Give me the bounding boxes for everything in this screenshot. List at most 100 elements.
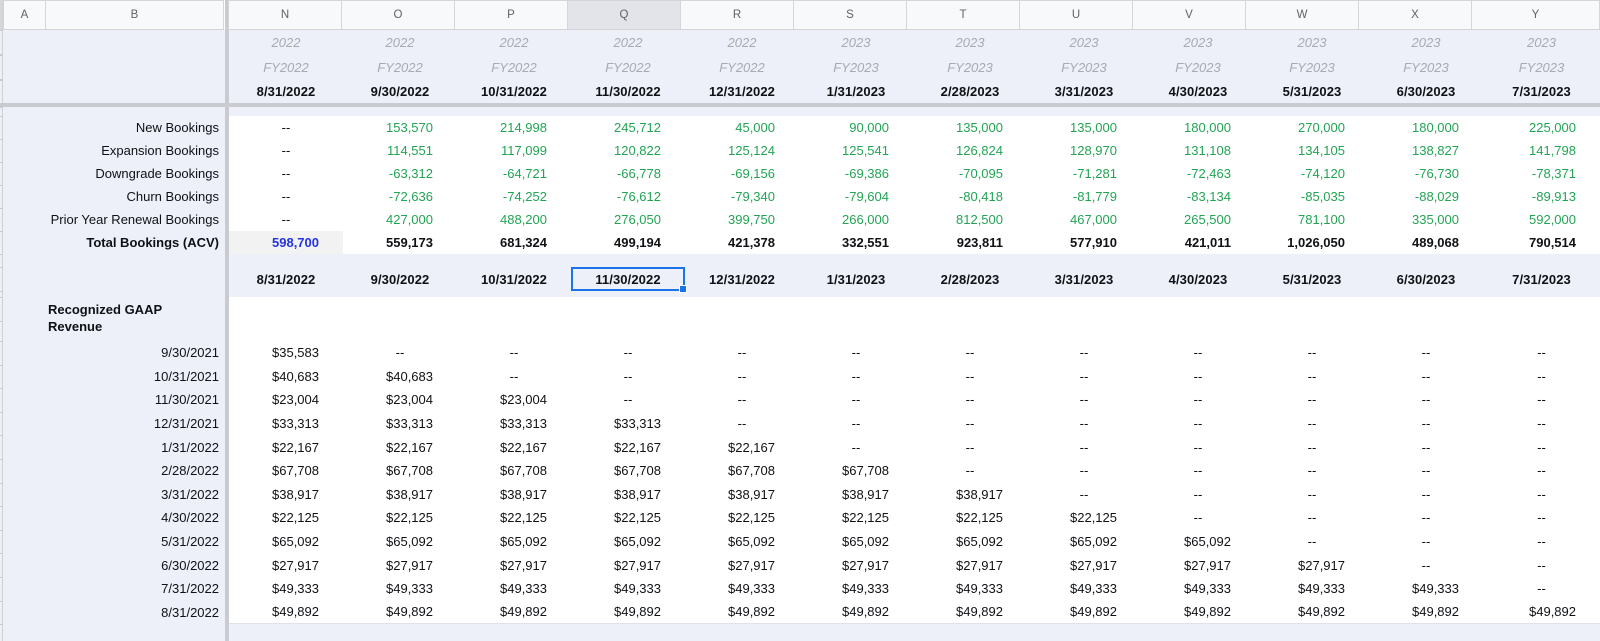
fiscal-year-cell[interactable]: FY2022	[343, 55, 457, 80]
data-cell[interactable]: $22,125	[1027, 506, 1141, 530]
date-cell[interactable]: 9/30/2022	[343, 267, 457, 291]
data-cell[interactable]: $40,683	[343, 365, 457, 389]
data-cell[interactable]: $27,917	[343, 553, 457, 577]
data-cell[interactable]: $65,092	[343, 530, 457, 554]
data-cell[interactable]: 141,798	[1483, 139, 1600, 162]
row-label-cell[interactable]: 10/31/2021	[3, 365, 225, 389]
data-cell[interactable]: --	[1369, 483, 1483, 507]
date-cell[interactable]: 1/31/2023	[799, 267, 913, 291]
data-cell[interactable]: --	[1483, 365, 1600, 389]
column-header-R[interactable]: R	[680, 0, 794, 30]
data-cell[interactable]: --	[913, 435, 1027, 459]
data-cell[interactable]: $33,313	[457, 412, 571, 436]
data-cell[interactable]: 225,000	[1483, 116, 1600, 139]
data-cell[interactable]: --	[1141, 365, 1255, 389]
data-cell[interactable]: 134,105	[1255, 139, 1369, 162]
column-header-T[interactable]: T	[906, 0, 1020, 30]
data-cell[interactable]: --	[1141, 435, 1255, 459]
data-cell[interactable]: $27,917	[1255, 553, 1369, 577]
data-cell[interactable]: --	[1483, 459, 1600, 483]
year-cell[interactable]: 2023	[1255, 30, 1369, 55]
data-cell[interactable]: --	[799, 365, 913, 389]
column-header-A[interactable]: A	[3, 0, 46, 30]
fiscal-year-cell[interactable]: FY2023	[913, 55, 1027, 80]
year-cell[interactable]: 2023	[1369, 30, 1483, 55]
date-cell[interactable]: 7/31/2023	[1483, 267, 1600, 291]
date-cell[interactable]: 5/31/2023	[1255, 80, 1369, 103]
data-cell[interactable]: $27,917	[685, 553, 799, 577]
row-label-cell[interactable]: 4/30/2022	[3, 506, 225, 530]
data-cell[interactable]: --	[1141, 506, 1255, 530]
data-cell[interactable]: 153,570	[343, 116, 457, 139]
date-cell[interactable]: 3/31/2023	[1027, 267, 1141, 291]
data-cell[interactable]: $38,917	[685, 483, 799, 507]
data-cell[interactable]: $67,708	[799, 459, 913, 483]
year-cell[interactable]: 2022	[229, 30, 343, 55]
data-cell[interactable]: $65,092	[685, 530, 799, 554]
data-cell[interactable]: --	[343, 341, 457, 365]
data-cell[interactable]: --	[1027, 483, 1141, 507]
data-cell[interactable]: --	[1369, 341, 1483, 365]
column-header-N[interactable]: N	[228, 0, 342, 30]
data-cell[interactable]: --	[685, 341, 799, 365]
data-cell[interactable]: $67,708	[229, 459, 343, 483]
data-cell[interactable]: --	[685, 365, 799, 389]
data-cell[interactable]: --	[1369, 435, 1483, 459]
data-cell[interactable]: --	[913, 412, 1027, 436]
year-cell[interactable]: 2023	[1027, 30, 1141, 55]
data-cell[interactable]: --	[1141, 388, 1255, 412]
data-cell[interactable]: 427,000	[343, 208, 457, 231]
data-cell[interactable]: $49,333	[457, 577, 571, 601]
row-label-cell[interactable]: Expansion Bookings	[3, 139, 225, 162]
data-cell[interactable]: $27,917	[571, 553, 685, 577]
data-cell[interactable]: 90,000	[799, 116, 913, 139]
data-cell[interactable]: -79,604	[799, 185, 913, 208]
data-cell[interactable]: -69,156	[685, 162, 799, 185]
data-cell[interactable]: -69,386	[799, 162, 913, 185]
column-header-P[interactable]: P	[454, 0, 568, 30]
row-label-cell[interactable]: Total Bookings (ACV)	[3, 231, 225, 254]
data-cell[interactable]: 45,000	[685, 116, 799, 139]
fiscal-year-cell[interactable]: FY2022	[571, 55, 685, 80]
date-cell[interactable]: 6/30/2023	[1369, 80, 1483, 103]
date-cell[interactable]: 10/31/2022	[457, 267, 571, 291]
data-cell[interactable]: $49,892	[229, 601, 343, 624]
fiscal-year-cell[interactable]: FY2022	[457, 55, 571, 80]
data-cell[interactable]: $65,092	[799, 530, 913, 554]
section-title[interactable]: Recognized GAAP Revenue	[3, 297, 225, 341]
data-cell[interactable]: --	[1369, 388, 1483, 412]
data-cell[interactable]: --	[1483, 412, 1600, 436]
fiscal-year-cell[interactable]: FY2023	[1483, 55, 1600, 80]
data-cell[interactable]: $22,125	[457, 506, 571, 530]
data-cell[interactable]: $65,092	[457, 530, 571, 554]
data-cell[interactable]: -88,029	[1369, 185, 1483, 208]
data-cell[interactable]: 781,100	[1255, 208, 1369, 231]
data-cell[interactable]: 266,000	[799, 208, 913, 231]
data-cell[interactable]: $49,333	[799, 577, 913, 601]
data-cell[interactable]: 332,551	[799, 231, 913, 254]
data-cell[interactable]: $27,917	[229, 553, 343, 577]
date-cell[interactable]: 12/31/2022	[685, 80, 799, 103]
data-cell[interactable]: 559,173	[343, 231, 457, 254]
data-cell[interactable]: 1,026,050	[1255, 231, 1369, 254]
data-cell[interactable]: 421,378	[685, 231, 799, 254]
data-cell[interactable]: -74,252	[457, 185, 571, 208]
row-label-cell[interactable]: 5/31/2022	[3, 530, 225, 554]
column-header-W[interactable]: W	[1245, 0, 1359, 30]
data-cell[interactable]: --	[1027, 365, 1141, 389]
data-cell[interactable]: $33,313	[343, 412, 457, 436]
row-label-cell[interactable]: Churn Bookings	[3, 185, 225, 208]
data-cell[interactable]: $22,167	[685, 435, 799, 459]
data-cell[interactable]: 245,712	[571, 116, 685, 139]
data-cell[interactable]: $49,333	[343, 577, 457, 601]
data-cell[interactable]: --	[1141, 412, 1255, 436]
data-cell[interactable]: $38,917	[571, 483, 685, 507]
data-cell[interactable]: --	[1483, 553, 1600, 577]
data-cell[interactable]: $38,917	[799, 483, 913, 507]
row-label-cell[interactable]: 11/30/2021	[3, 388, 225, 412]
row-label-cell[interactable]: Downgrade Bookings	[3, 162, 225, 185]
data-cell[interactable]: $67,708	[571, 459, 685, 483]
data-cell[interactable]: --	[1483, 506, 1600, 530]
data-cell[interactable]: --	[799, 388, 913, 412]
data-cell[interactable]: --	[1255, 435, 1369, 459]
